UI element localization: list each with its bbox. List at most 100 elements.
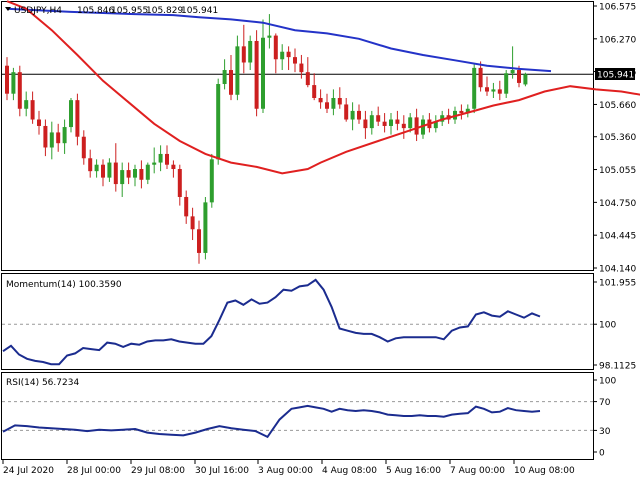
time-axis-label: 3 Aug 00:00: [258, 466, 313, 476]
candle-body: [43, 125, 48, 148]
rsi-axis-label: 30: [599, 427, 611, 437]
price-axis-label: 105.660: [599, 101, 636, 111]
candle-body: [133, 169, 137, 178]
candle-body: [254, 40, 259, 109]
candle-body: [357, 110, 361, 120]
time-axis-label: 7 Aug 00:00: [450, 466, 505, 476]
candle-body: [280, 51, 285, 60]
candle-body: [5, 65, 9, 94]
candle-body: [158, 153, 163, 163]
candle-body: [190, 216, 195, 230]
price-axis-label: 106.270: [599, 35, 636, 45]
candle-body: [241, 46, 246, 63]
candle-body: [395, 119, 400, 124]
candle-body: [139, 169, 144, 180]
price-axis-label: 106.575: [599, 3, 636, 13]
candle-body: [113, 162, 118, 185]
candle-body: [69, 100, 73, 128]
candle-body: [75, 100, 80, 137]
candle-body: [472, 67, 477, 109]
candle-body: [229, 70, 233, 95]
candle-body: [350, 110, 355, 120]
candle-body: [299, 63, 304, 73]
candle-body: [305, 72, 310, 86]
momentum-axis-label: 101.955: [599, 279, 636, 289]
time-axis-label: 30 Jul 16:00: [195, 466, 249, 476]
candle-body: [248, 40, 253, 63]
momentum-label: Momentum(14) 100.3590: [6, 280, 122, 290]
candle-body: [363, 119, 368, 129]
price-axis-label: 104.445: [599, 232, 636, 242]
chart-symbol-label: USDJPY,H4: [14, 6, 62, 16]
candle-body: [203, 202, 208, 253]
time-axis-label: 24 Jul 2020: [3, 466, 54, 476]
candle-body: [485, 87, 489, 92]
candle-body: [165, 153, 169, 165]
candle-body: [408, 117, 413, 129]
candle-body: [325, 102, 329, 109]
ohlc-close: 105.941: [181, 6, 218, 16]
ohlc-open: 105.846: [77, 6, 114, 16]
price-axis-label: 104.750: [599, 199, 636, 209]
rsi-axis-label: 100: [599, 377, 616, 387]
ohlc-low: 105.829: [146, 6, 183, 16]
chart-canvas: 106.575106.270105.966105.660105.360105.0…: [0, 0, 640, 480]
candle-body: [517, 70, 521, 83]
candle-body: [216, 84, 221, 160]
candle-body: [293, 57, 297, 64]
time-axis-label: 4 Aug 08:00: [322, 466, 377, 476]
price-axis-label: 105.055: [599, 166, 636, 176]
momentum-axis-label: 100: [599, 321, 616, 331]
candle-body: [478, 67, 483, 88]
candle-body: [235, 46, 240, 95]
candle-body: [177, 169, 182, 197]
time-axis-label: 5 Aug 16:00: [386, 466, 441, 476]
candle-body: [101, 164, 105, 178]
candle-body: [312, 85, 317, 98]
candle-body: [11, 72, 16, 94]
candle-body: [267, 35, 272, 38]
time-axis-label: 29 Jul 08:00: [131, 466, 185, 476]
candle-body: [81, 136, 86, 159]
momentum-axis-label: 98.1125: [599, 362, 636, 372]
candle-body: [261, 37, 265, 109]
candle-body: [401, 123, 406, 129]
candle-body: [510, 70, 515, 74]
rsi-axis-label: 0: [599, 449, 605, 459]
candle-body: [94, 164, 99, 172]
candle-body: [37, 119, 41, 126]
candle-body: [197, 229, 201, 253]
candle-body: [120, 170, 125, 185]
candle-body: [491, 89, 496, 92]
rsi-axis-label: 70: [599, 398, 611, 408]
candle-body: [56, 132, 61, 144]
candle-body: [62, 127, 67, 144]
price-axis-label: 104.140: [599, 265, 636, 275]
candle-body: [107, 162, 112, 178]
price-axis-label: 105.360: [599, 133, 636, 143]
candle-body: [126, 170, 131, 178]
candle-body: [382, 121, 387, 126]
time-axis-label: 10 Aug 08:00: [514, 466, 575, 476]
candle-body: [273, 35, 278, 60]
candle-body: [209, 159, 214, 203]
candle-body: [414, 117, 419, 135]
candle-body: [337, 97, 342, 105]
rsi-label: RSI(14) 56.7234: [6, 378, 79, 388]
candle-body: [171, 164, 176, 170]
candle-body: [497, 89, 502, 94]
candle-body: [184, 196, 189, 217]
candle-body: [49, 132, 54, 148]
candle-body: [286, 51, 291, 58]
candle-body: [376, 115, 381, 122]
candle-body: [504, 73, 509, 94]
candle-body: [459, 110, 464, 114]
candle-body: [152, 162, 157, 165]
candle-body: [222, 70, 227, 85]
time-axis-label: 28 Jul 00:00: [67, 466, 121, 476]
candle-body: [318, 97, 323, 103]
candle-body: [523, 74, 528, 85]
candle-body: [389, 119, 393, 126]
current-price-text: 105.941: [597, 71, 634, 81]
candle-body: [331, 97, 336, 109]
